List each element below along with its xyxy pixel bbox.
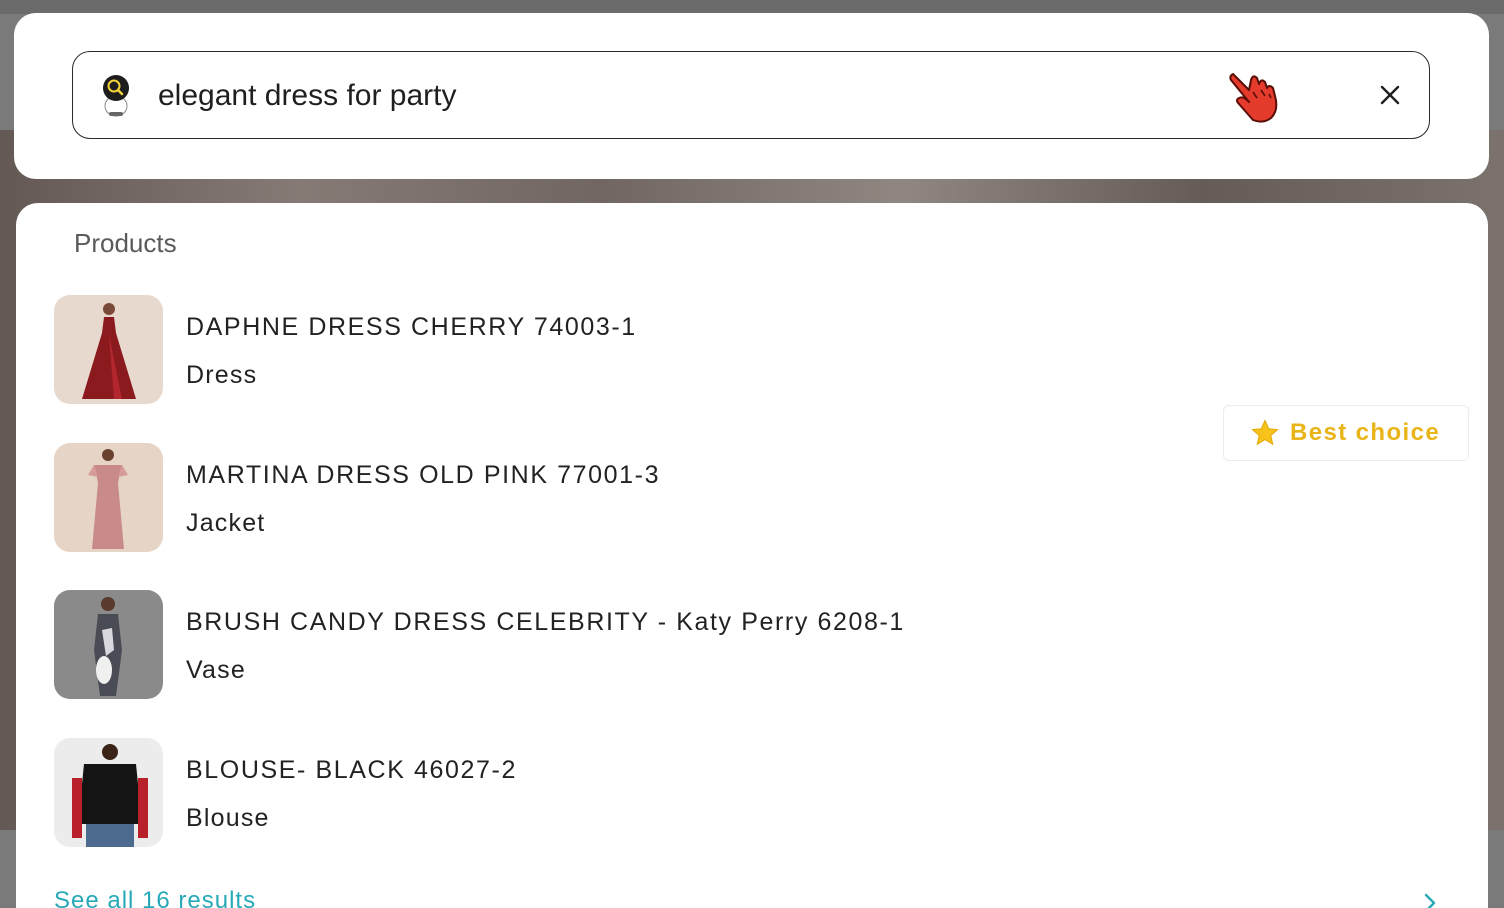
section-title-products: Products	[74, 228, 177, 258]
product-type: Blouse	[186, 803, 270, 832]
product-item[interactable]: BRUSH CANDY DRESS CELEBRITY - Katy Perry…	[54, 590, 1154, 738]
product-type: Jacket	[186, 508, 266, 537]
product-name: BLOUSE- BLACK 46027-2	[186, 755, 517, 784]
clear-search-button[interactable]	[1373, 78, 1407, 112]
product-thumbnail	[54, 442, 163, 552]
product-list: DAPHNE DRESS CHERRY 74003-1 Dress MARTIN…	[54, 295, 1154, 885]
product-name: DAPHNE DRESS CHERRY 74003-1	[186, 313, 637, 341]
product-name: BRUSH CANDY DRESS CELEBRITY - Katy Perry…	[186, 608, 905, 636]
product-type: Dress	[186, 361, 258, 389]
product-thumbnail	[54, 590, 163, 699]
product-item[interactable]: DAPHNE DRESS CHERRY 74003-1 Dress	[54, 295, 1154, 443]
product-name: MARTINA DRESS OLD PINK 77001-3	[186, 460, 661, 489]
best-choice-badge: Best choice	[1223, 405, 1469, 461]
star-icon	[1251, 419, 1279, 446]
close-icon	[1380, 85, 1400, 105]
background-top-strip	[0, 0, 1504, 14]
see-all-results-link[interactable]: See all 16 results	[54, 887, 256, 908]
product-type: Vase	[186, 656, 246, 684]
product-thumbnail	[54, 737, 163, 847]
product-thumbnail	[54, 295, 163, 404]
search-card	[14, 13, 1489, 179]
search-input[interactable]	[158, 74, 1208, 118]
chevron-right-icon[interactable]	[1418, 891, 1442, 908]
best-choice-label: Best choice	[1290, 419, 1441, 446]
search-box[interactable]	[72, 51, 1430, 139]
product-item[interactable]: BLOUSE- BLACK 46027-2 Blouse	[54, 737, 1154, 886]
pointing-hand-icon	[1229, 73, 1278, 123]
robot-search-icon	[103, 75, 129, 117]
search-results-panel: Products DAPHNE DRESS CHERRY 74003-1 Dre…	[16, 203, 1488, 908]
product-item[interactable]: MARTINA DRESS OLD PINK 77001-3 Jacket	[54, 442, 1154, 591]
